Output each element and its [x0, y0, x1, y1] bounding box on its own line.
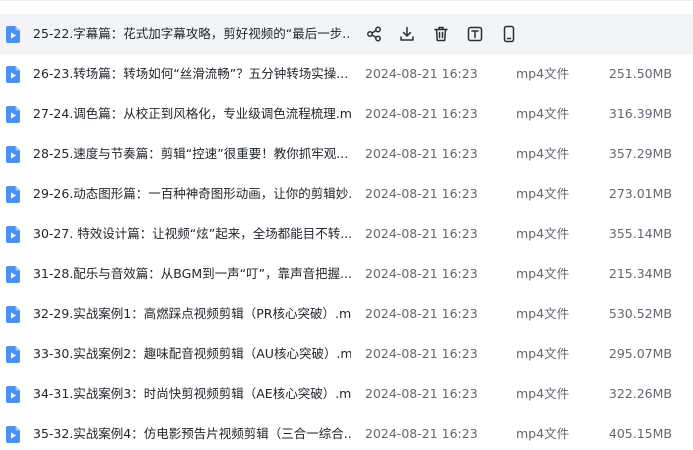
file-size: 357.29MB: [608, 146, 672, 161]
file-type: mp4文件: [516, 106, 570, 121]
video-file-icon: [6, 306, 20, 323]
file-date: 2024-08-21 16:23: [365, 226, 478, 241]
file-row[interactable]: 35-32.实战案例4：仿电影预告片视频剪辑（三合一综合... 2024-08-…: [0, 414, 693, 450]
file-type: mp4文件: [516, 426, 570, 441]
phone-icon[interactable]: [499, 24, 519, 44]
file-date: 2024-08-21 16:23: [365, 346, 478, 361]
file-type: mp4文件: [516, 66, 570, 81]
file-name[interactable]: 31-28.配乐与音效篇：从BGM到一声“叮”，靠声音把握...: [33, 254, 351, 294]
file-row[interactable]: 27-24.调色篇：从校正到风格化，专业级调色流程梳理.m... 2024-08…: [0, 94, 693, 134]
file-size: 251.50MB: [608, 66, 672, 81]
file-type: mp4文件: [516, 346, 570, 361]
file-size: 215.34MB: [608, 266, 672, 281]
file-type: mp4文件: [516, 226, 570, 241]
file-date: 2024-08-21 16:23: [365, 386, 478, 401]
delete-icon[interactable]: [431, 24, 451, 44]
file-size: 530.52MB: [608, 306, 672, 321]
file-type: mp4文件: [516, 266, 570, 281]
file-type: mp4文件: [516, 146, 570, 161]
file-size: 405.15MB: [608, 426, 672, 441]
file-row[interactable]: 31-28.配乐与音效篇：从BGM到一声“叮”，靠声音把握... 2024-08…: [0, 254, 693, 294]
share-icon[interactable]: [364, 24, 384, 44]
divider: [0, 0, 693, 1]
file-size: 322.26MB: [608, 386, 672, 401]
file-name[interactable]: 26-23.转场篇：转场如何“丝滑流畅”？五分钟转场实操...: [33, 54, 351, 94]
download-icon[interactable]: [397, 24, 417, 44]
file-size: 316.39MB: [608, 106, 672, 121]
file-size: 355.14MB: [608, 226, 672, 241]
file-type: mp4文件: [516, 386, 570, 401]
file-name[interactable]: 27-24.调色篇：从校正到风格化，专业级调色流程梳理.m...: [33, 94, 351, 134]
video-file-icon: [6, 186, 20, 203]
file-name[interactable]: 33-30.实战案例2：趣味配音视频剪辑（AU核心突破）.m...: [33, 334, 351, 374]
file-list: 25-22.字幕篇：花式加字幕攻略，剪好视频的“最后一步... 26-23.转场…: [0, 0, 693, 450]
file-name[interactable]: 29-26.动态图形篇：一百种神奇图形动画，让你的剪辑妙...: [33, 174, 351, 214]
video-file-icon: [6, 426, 20, 443]
file-row[interactable]: 30-27. 特效设计篇：让视频“炫”起来，全场都能目不转... 2024-08…: [0, 214, 693, 254]
text-icon[interactable]: [465, 24, 485, 44]
file-row[interactable]: 34-31.实战案例3：时尚快剪视频剪辑（AE核心突破）.m... 2024-0…: [0, 374, 693, 414]
video-file-icon: [6, 346, 20, 363]
file-date: 2024-08-21 16:23: [365, 186, 478, 201]
video-file-icon: [6, 266, 20, 283]
file-size: 295.07MB: [608, 346, 672, 361]
video-file-icon: [6, 146, 20, 163]
file-name[interactable]: 28-25.速度与节奏篇：剪辑“控速”很重要！教你抓牢观...: [33, 134, 351, 174]
file-date: 2024-08-21 16:23: [365, 66, 478, 81]
file-row[interactable]: 25-22.字幕篇：花式加字幕攻略，剪好视频的“最后一步...: [0, 14, 693, 54]
file-name[interactable]: 25-22.字幕篇：花式加字幕攻略，剪好视频的“最后一步...: [33, 14, 351, 54]
file-name[interactable]: 30-27. 特效设计篇：让视频“炫”起来，全场都能目不转...: [33, 214, 351, 254]
video-file-icon: [6, 226, 20, 243]
file-date: 2024-08-21 16:23: [365, 106, 478, 121]
file-date: 2024-08-21 16:23: [365, 426, 478, 441]
file-date: 2024-08-21 16:23: [365, 146, 478, 161]
file-size: 273.01MB: [608, 186, 672, 201]
video-file-icon: [6, 106, 20, 123]
file-row[interactable]: 33-30.实战案例2：趣味配音视频剪辑（AU核心突破）.m... 2024-0…: [0, 334, 693, 374]
file-type: mp4文件: [516, 186, 570, 201]
file-row[interactable]: 28-25.速度与节奏篇：剪辑“控速”很重要！教你抓牢观... 2024-08-…: [0, 134, 693, 174]
file-date: 2024-08-21 16:23: [365, 266, 478, 281]
video-file-icon: [6, 386, 20, 403]
file-name[interactable]: 34-31.实战案例3：时尚快剪视频剪辑（AE核心突破）.m...: [33, 374, 351, 414]
file-row[interactable]: 26-23.转场篇：转场如何“丝滑流畅”？五分钟转场实操... 2024-08-…: [0, 54, 693, 94]
video-file-icon: [6, 66, 20, 83]
file-type: mp4文件: [516, 306, 570, 321]
video-file-icon: [6, 26, 20, 43]
file-row[interactable]: 32-29.实战案例1：高燃踩点视频剪辑（PR核心突破）.m... 2024-0…: [0, 294, 693, 334]
file-date: 2024-08-21 16:23: [365, 306, 478, 321]
file-name[interactable]: 35-32.实战案例4：仿电影预告片视频剪辑（三合一综合...: [33, 414, 351, 450]
file-name[interactable]: 32-29.实战案例1：高燃踩点视频剪辑（PR核心突破）.m...: [33, 294, 351, 334]
file-row[interactable]: 29-26.动态图形篇：一百种神奇图形动画，让你的剪辑妙... 2024-08-…: [0, 174, 693, 214]
